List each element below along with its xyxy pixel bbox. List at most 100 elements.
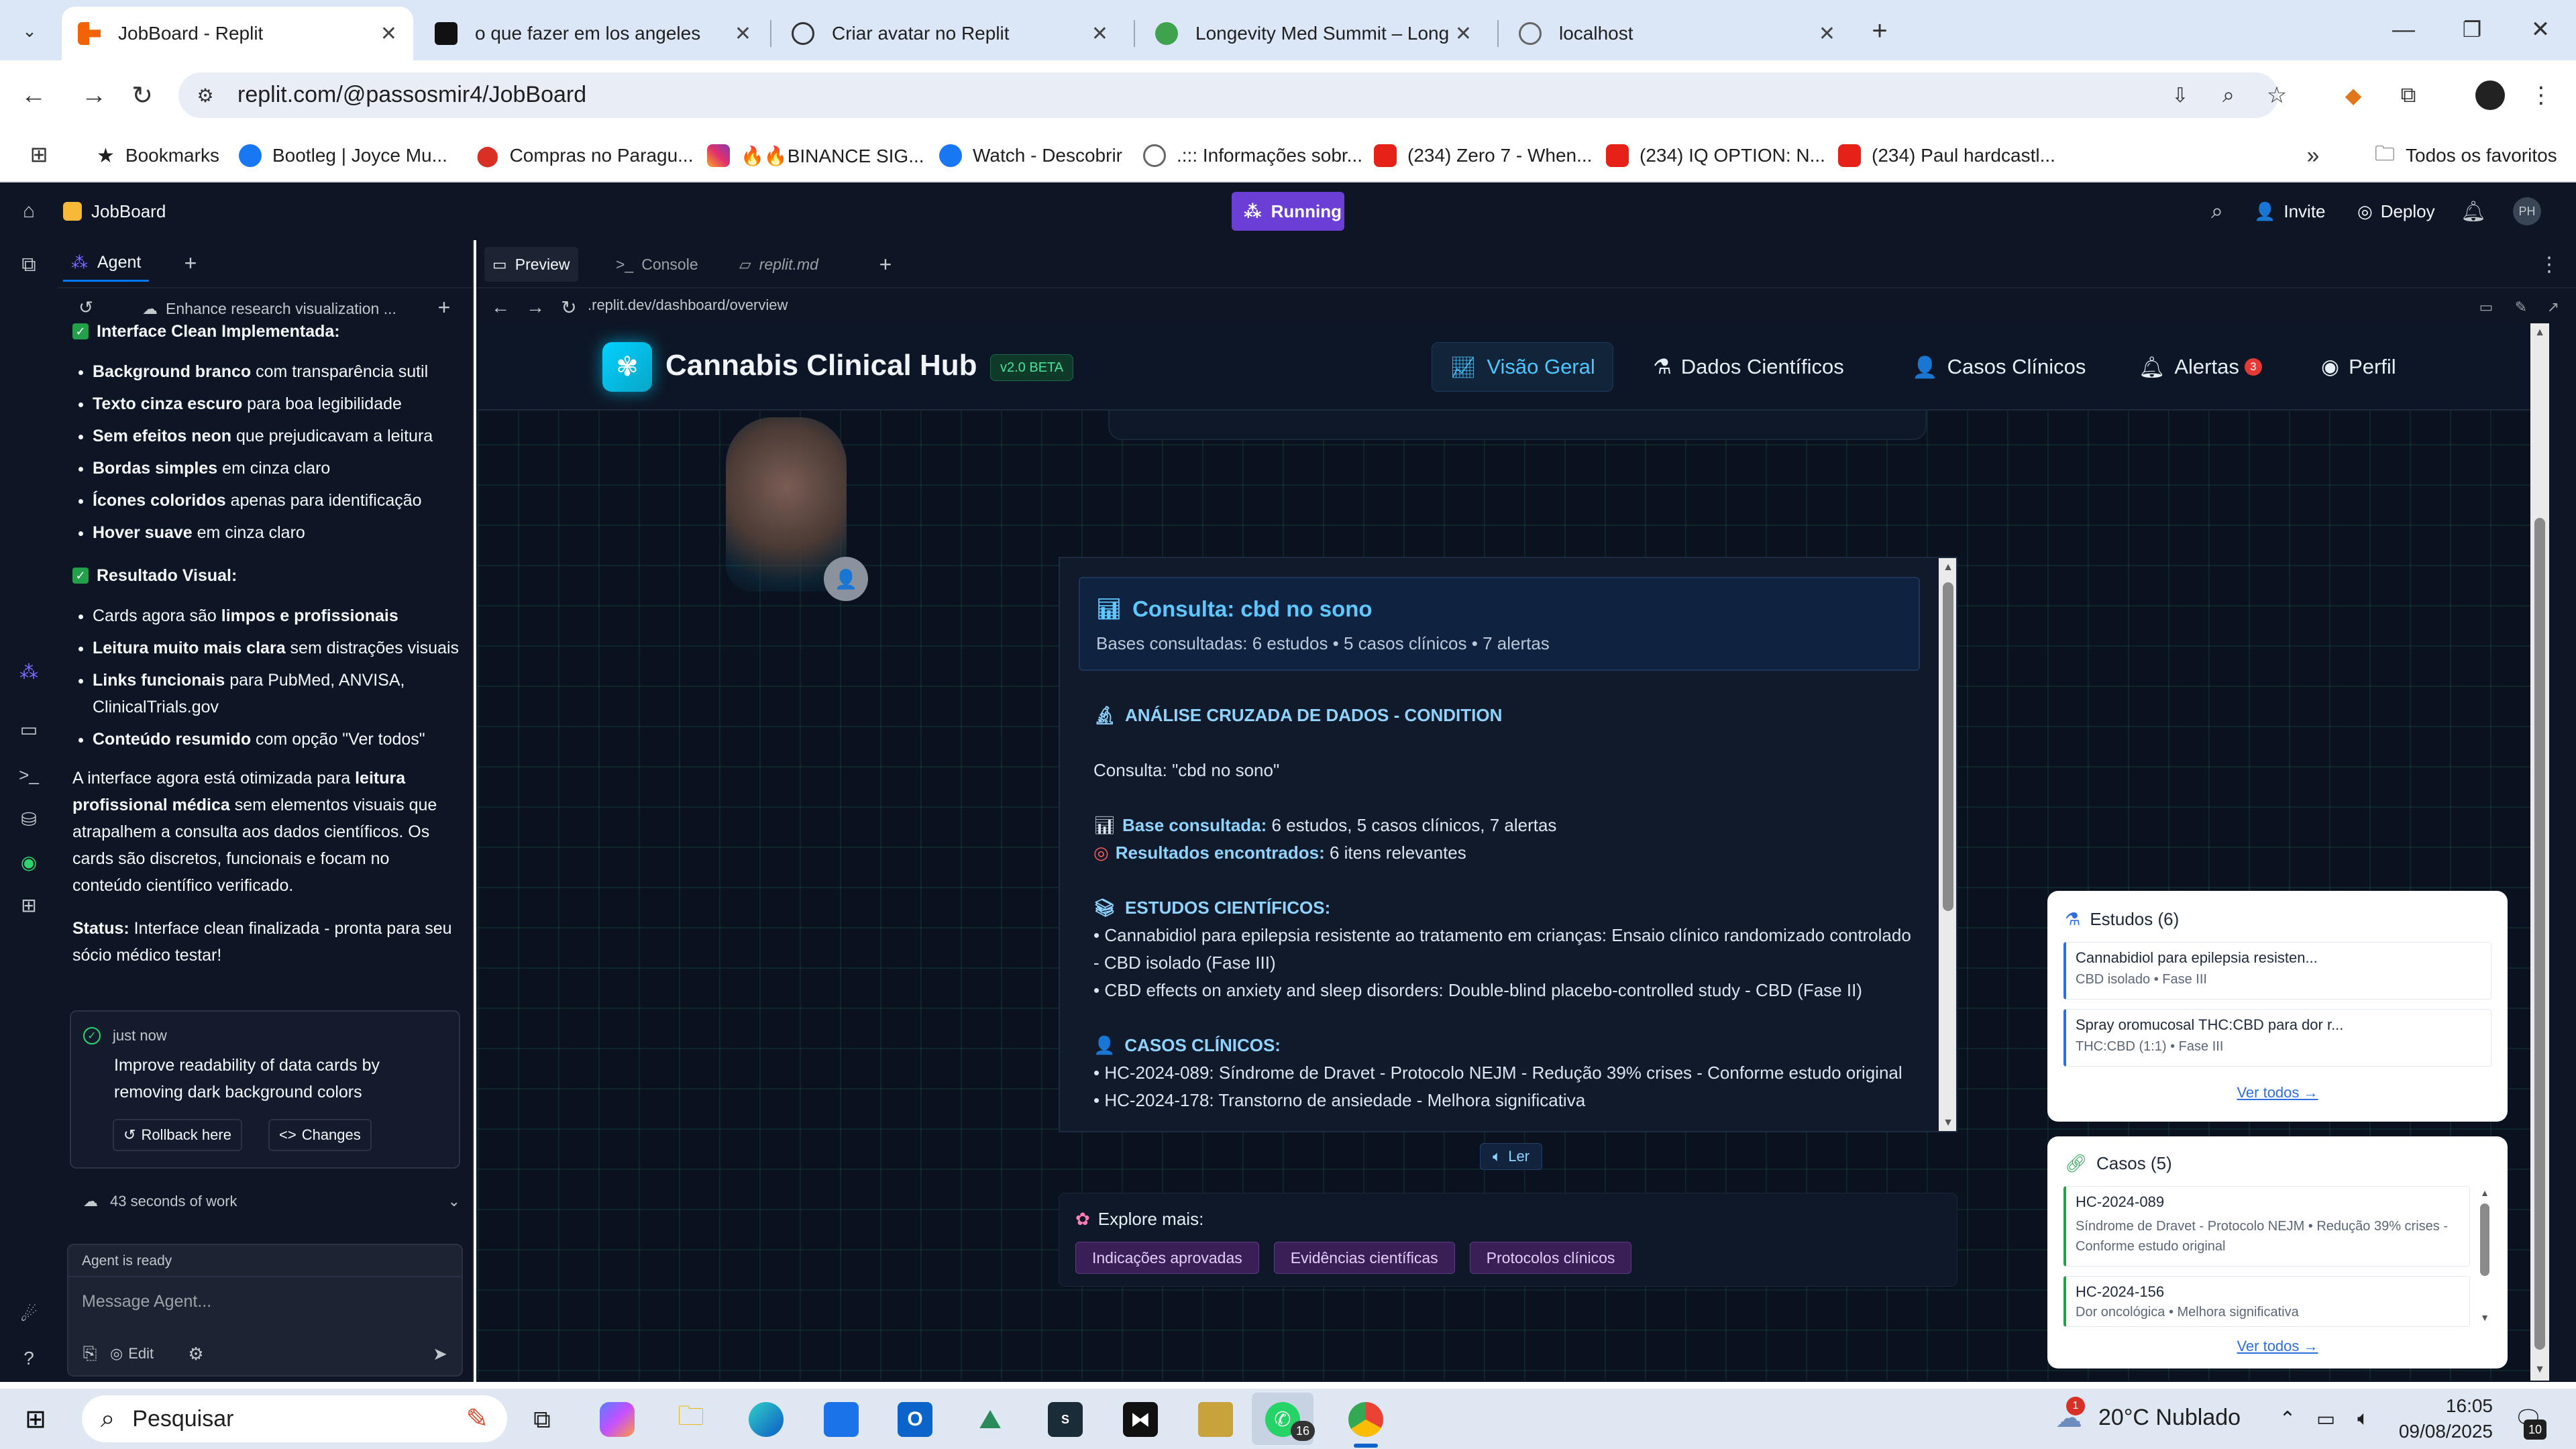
settings-sliders-icon[interactable]: ⚙ <box>184 1340 208 1367</box>
shell-icon[interactable]: >_ <box>15 761 43 789</box>
close-tab-icon[interactable]: ✕ <box>1819 22 1835 46</box>
windows-start-icon[interactable]: ⊞ <box>20 1403 51 1434</box>
browser-tab-avatar[interactable]: Criar avatar no Replit ✕ <box>775 7 1124 60</box>
extensions-icon[interactable]: ⧉ <box>2392 79 2424 111</box>
chrome-icon[interactable] <box>1348 1402 1383 1437</box>
back-icon[interactable]: ← <box>16 78 51 113</box>
reload-icon[interactable]: ↻ <box>125 78 160 113</box>
studies-see-all-link[interactable]: Ver todos → <box>2047 1084 2508 1102</box>
store-icon[interactable] <box>824 1402 859 1437</box>
scroll-down-icon[interactable]: ▼ <box>2530 1362 2549 1378</box>
cannabis-leaf-icon[interactable]: ✾ <box>602 342 652 392</box>
site-info-icon[interactable]: ⚙ <box>192 82 219 109</box>
nav-dados-cientificos[interactable]: ⚗ Dados Científicos <box>1653 342 1844 392</box>
close-tab-icon[interactable]: ✕ <box>1455 22 1472 46</box>
invite-button[interactable]: 👤 Invite <box>2254 196 2326 227</box>
changes-button[interactable]: <> Changes <box>268 1119 372 1151</box>
archive-icon[interactable] <box>1198 1402 1233 1437</box>
attach-icon[interactable]: ⎘ <box>78 1340 102 1367</box>
preview-forward-icon[interactable]: → <box>521 292 550 322</box>
bookmark-item[interactable]: Bootleg | Joyce Mu... <box>239 138 447 173</box>
preview-back-icon[interactable]: ← <box>486 292 515 322</box>
rollback-button[interactable]: ↺ Rollback here <box>113 1119 242 1151</box>
search-icon[interactable]: ⌕ <box>2203 197 2231 225</box>
all-tools-icon[interactable]: ⊞ <box>15 891 43 919</box>
help-icon[interactable]: ? <box>15 1344 43 1373</box>
scroll-up-icon[interactable]: ▲ <box>1939 559 1956 576</box>
new-tab-icon[interactable]: + <box>1862 13 1897 48</box>
scroll-thumb[interactable] <box>1943 582 1953 911</box>
stake-icon[interactable]: S <box>1048 1402 1083 1437</box>
install-icon[interactable]: ⇩ <box>2164 79 2196 111</box>
nav-casos-clinicos[interactable]: 👤 Casos Clínicos <box>1912 342 2086 392</box>
scroll-thumb[interactable] <box>2534 518 2545 1350</box>
outlook-icon[interactable]: O <box>898 1402 932 1437</box>
task-view-icon[interactable]: ⧉ <box>525 1402 559 1437</box>
scroll-down-icon[interactable]: ▼ <box>1939 1115 1956 1131</box>
bookmark-item[interactable]: (234) Paul hardcastl... <box>1838 138 2055 173</box>
new-tab-icon[interactable]: + <box>176 248 205 278</box>
bookmark-item[interactable]: (234) Zero 7 - When... <box>1374 138 1592 173</box>
avatar-person-icon[interactable]: 👤 <box>824 557 868 601</box>
nav-alertas[interactable]: 🔔︎ Alertas 3 <box>2139 342 2262 392</box>
tab-search-icon[interactable]: ⌄ <box>13 15 46 47</box>
close-tab-icon[interactable]: ✕ <box>735 22 751 46</box>
cases-see-all-link[interactable]: Ver todos → <box>2047 1338 2508 1355</box>
restore-icon[interactable]: ❐ <box>2449 12 2496 47</box>
bookmark-item[interactable]: ★ Bookmarks <box>97 138 219 173</box>
more-options-icon[interactable]: ⋮ <box>2536 250 2563 279</box>
explore-pill[interactable]: Protocolos clínicos <box>1469 1242 1632 1274</box>
scroll-thumb[interactable] <box>2480 1203 2489 1276</box>
network-icon[interactable]: ▭ <box>2310 1403 2341 1434</box>
send-icon[interactable]: ➤ <box>427 1340 453 1367</box>
preview-url[interactable]: .replit.dev/dashboard/overview <box>588 297 788 314</box>
tools-icon[interactable]: ✎ <box>2508 294 2534 321</box>
address-text[interactable]: replit.com/@passosmir4/JobBoard <box>237 82 586 108</box>
ai-icon[interactable]: ☄ <box>15 1300 43 1328</box>
preview-tool-icon[interactable]: ▭ <box>15 715 43 743</box>
apps-grid-icon[interactable]: ⊞ <box>24 140 54 169</box>
weather-text[interactable]: 20°C Nublado <box>2098 1405 2241 1431</box>
result-scrollbar[interactable]: ▲ ▼ <box>1939 558 1956 1131</box>
devtools-icon[interactable]: ▭ <box>2473 294 2500 321</box>
clock-time[interactable]: 16:05 <box>2388 1395 2493 1417</box>
close-tab-icon[interactable]: ✕ <box>1091 22 1108 46</box>
scroll-down-icon[interactable]: ▼ <box>2477 1311 2493 1324</box>
case-card-item[interactable]: HC-2024-089 Síndrome de Dravet - Protoco… <box>2063 1186 2470 1267</box>
close-window-icon[interactable]: ✕ <box>2517 12 2564 47</box>
tab-preview[interactable]: ▭ Preview <box>484 247 578 282</box>
message-input[interactable]: Message Agent... <box>82 1292 211 1311</box>
home-icon[interactable]: ⌂ <box>15 197 43 225</box>
bookmark-item[interactable]: .::: Informações sobr... <box>1143 138 1362 173</box>
menu-dots-icon[interactable]: ⋮ <box>2528 79 2555 111</box>
files-icon[interactable]: ⧉ <box>15 251 43 279</box>
chevron-up-icon[interactable]: ⌃ <box>2274 1403 2301 1434</box>
bookmark-item[interactable]: ⬤ Compras no Paragu... <box>476 138 694 173</box>
bookmark-item[interactable]: Watch - Descobrir <box>939 138 1122 173</box>
explore-pill[interactable]: Evidências científicas <box>1273 1242 1455 1274</box>
scroll-up-icon[interactable]: ▲ <box>2530 325 2549 341</box>
tab-replit-md[interactable]: ▱ replit.md <box>731 247 826 282</box>
all-favorites[interactable]: 🗀 Todos os favoritos <box>2375 138 2557 173</box>
capcut-icon[interactable]: ⧓ <box>1123 1402 1158 1437</box>
run-status-button[interactable]: ⁂ Running <box>1232 192 1344 231</box>
database-icon[interactable]: ⛁ <box>15 805 43 833</box>
browser-tab-localhost[interactable]: localhost ✕ <box>1503 7 1851 60</box>
agent-tab[interactable]: ⁂ Agent <box>63 246 150 282</box>
page-scrollbar[interactable]: ▲ ▼ <box>2530 323 2549 1381</box>
new-tab-icon[interactable]: + <box>871 250 900 279</box>
open-new-window-icon[interactable]: ↗ <box>2540 294 2567 321</box>
cases-scrollbar[interactable]: ▲ ▼ <box>2477 1186 2493 1326</box>
read-aloud-button[interactable]: 🔈︎ Ler <box>1480 1143 1542 1170</box>
browser-tab-la[interactable]: o que fazer em los angeles ✕ <box>419 7 767 60</box>
edge-icon[interactable] <box>749 1402 784 1437</box>
deploy-tool-icon[interactable]: ◉ <box>15 848 43 876</box>
copilot-icon[interactable] <box>600 1402 635 1437</box>
scroll-up-icon[interactable]: ▲ <box>2477 1186 2493 1199</box>
volume-icon[interactable]: 🔈︎ <box>2348 1403 2379 1434</box>
bookmark-item[interactable]: 🔥🔥BINANCE SIG... <box>707 138 924 173</box>
forward-icon[interactable]: → <box>76 78 111 113</box>
metamask-extension-icon[interactable]: ◆ <box>2337 79 2369 111</box>
clock-date[interactable]: 09/08/2025 <box>2388 1421 2493 1442</box>
notifications-icon[interactable]: 🔔︎ <box>2459 197 2487 225</box>
